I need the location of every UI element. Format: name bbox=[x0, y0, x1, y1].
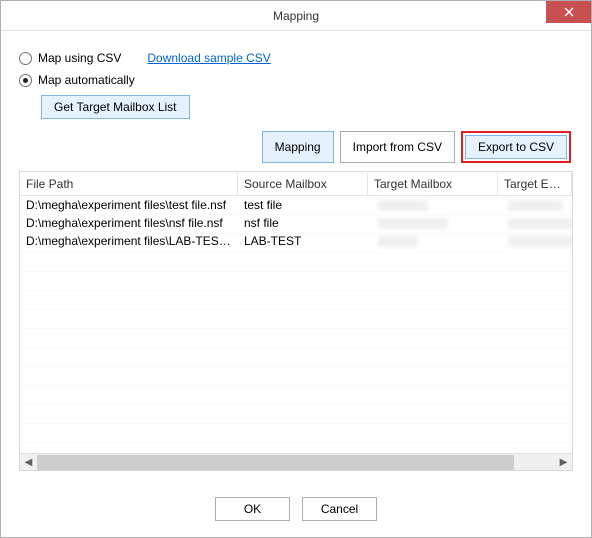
scroll-track[interactable] bbox=[37, 455, 555, 470]
cell-target-mailbox bbox=[368, 229, 498, 254]
mapping-button[interactable]: Mapping bbox=[262, 131, 334, 163]
header-target-mailbox[interactable]: Target Mailbox bbox=[368, 173, 498, 195]
map-csv-label: Map using CSV bbox=[38, 51, 121, 65]
scroll-thumb[interactable] bbox=[37, 455, 514, 470]
cell-target-email bbox=[498, 229, 572, 254]
map-auto-label: Map automatically bbox=[38, 73, 135, 87]
titlebar: Mapping bbox=[1, 1, 591, 31]
ok-button[interactable]: OK bbox=[215, 497, 290, 521]
scroll-left-icon[interactable]: ◀ bbox=[20, 454, 37, 471]
close-button[interactable] bbox=[546, 1, 591, 23]
cell-file-path: D:\megha\experiment files\LAB-TEST... bbox=[20, 230, 238, 252]
table-body: D:\megha\experiment files\test file.nsf … bbox=[20, 196, 572, 454]
table-header: File Path Source Mailbox Target Mailbox … bbox=[20, 172, 572, 196]
header-source-mailbox[interactable]: Source Mailbox bbox=[238, 173, 368, 195]
action-buttons: Mapping Import from CSV Export to CSV bbox=[19, 131, 573, 163]
close-icon bbox=[564, 7, 574, 17]
header-target-email[interactable]: Target Email bbox=[498, 173, 572, 195]
horizontal-scrollbar[interactable]: ◀ ▶ bbox=[20, 453, 572, 470]
map-auto-option[interactable]: Map automatically bbox=[19, 73, 573, 87]
scroll-right-icon[interactable]: ▶ bbox=[555, 454, 572, 471]
window-title: Mapping bbox=[273, 9, 319, 23]
import-csv-button[interactable]: Import from CSV bbox=[340, 131, 455, 163]
export-csv-button[interactable]: Export to CSV bbox=[465, 135, 567, 159]
mapping-table: File Path Source Mailbox Target Mailbox … bbox=[19, 171, 573, 471]
download-sample-link[interactable]: Download sample CSV bbox=[147, 51, 270, 65]
map-csv-option[interactable]: Map using CSV Download sample CSV bbox=[19, 51, 573, 65]
radio-map-csv[interactable] bbox=[19, 52, 32, 65]
cell-source-mailbox: LAB-TEST bbox=[238, 230, 368, 252]
mapping-dialog: Mapping Map using CSV Download sample CS… bbox=[0, 0, 592, 538]
dialog-footer: OK Cancel bbox=[1, 497, 591, 521]
get-target-mailbox-button[interactable]: Get Target Mailbox List bbox=[41, 95, 190, 119]
table-row[interactable]: D:\megha\experiment files\LAB-TEST... LA… bbox=[20, 232, 572, 250]
content-area: Map using CSV Download sample CSV Map au… bbox=[1, 31, 591, 471]
header-file-path[interactable]: File Path bbox=[20, 173, 238, 195]
export-highlight: Export to CSV bbox=[461, 131, 571, 163]
cancel-button[interactable]: Cancel bbox=[302, 497, 377, 521]
radio-map-auto[interactable] bbox=[19, 74, 32, 87]
